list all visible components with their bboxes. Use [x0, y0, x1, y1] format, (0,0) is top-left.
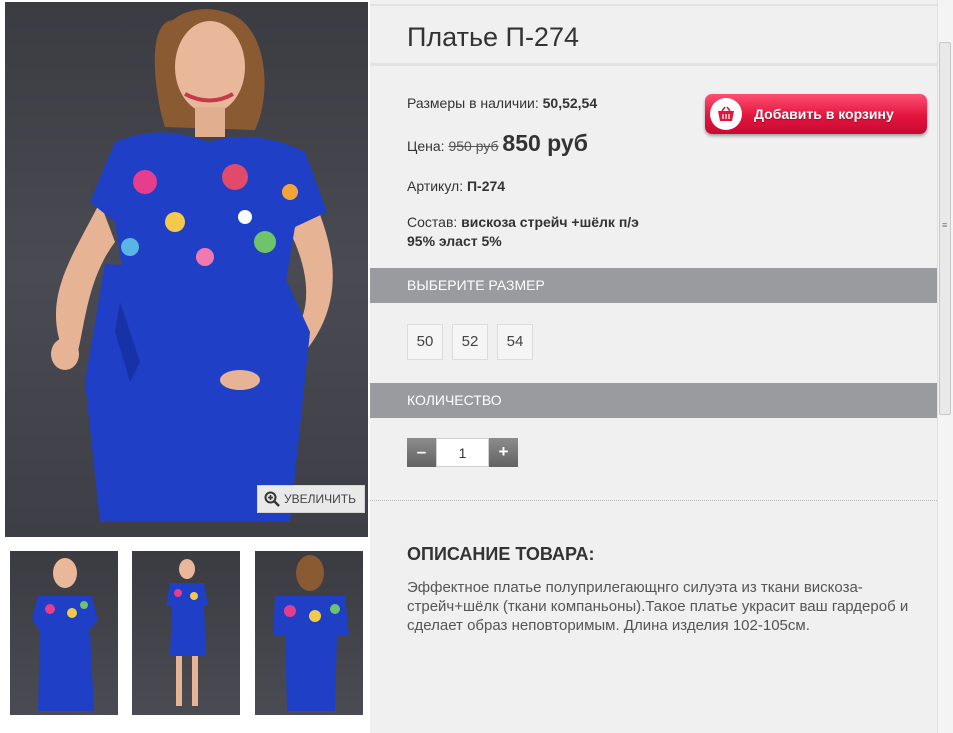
model-figure: [51, 9, 333, 522]
title-bar: Платье П-274: [370, 4, 937, 66]
thumbnail-image: [132, 551, 240, 715]
add-to-cart-label: Добавить в корзину: [754, 106, 894, 122]
decrease-quantity-button[interactable]: –: [407, 438, 436, 467]
article-row: Артикул: П-274: [407, 178, 505, 194]
thumbnail-image: [255, 551, 363, 715]
size-options: 50 52 54: [407, 324, 533, 360]
composition-row: Состав: вискоза стрейч +шёлк п/э 95% эла…: [407, 213, 639, 251]
sizes-value: 50,52,54: [542, 95, 598, 111]
thumbnail-strip: [5, 546, 368, 721]
scrollbar-grip-icon: ≡: [942, 220, 948, 230]
thumbnail-image: [10, 551, 118, 715]
new-price: 850 руб: [502, 130, 588, 156]
price-row: Цена: 950 руб 850 руб: [407, 130, 588, 157]
old-price: 950 руб: [448, 138, 499, 154]
main-product-photo[interactable]: УВЕЛИЧИТЬ: [5, 2, 368, 537]
composition-label: Состав:: [407, 214, 458, 230]
basket-icon: [710, 98, 742, 130]
scrollbar-thumb[interactable]: ≡: [939, 42, 951, 415]
description-text: Эффектное платье полуприлегающнго силуэт…: [407, 579, 909, 634]
thumbnail-2[interactable]: [127, 546, 245, 720]
description-title: ОПИСАНИЕ ТОВАРА:: [407, 544, 595, 564]
quantity-input[interactable]: [436, 438, 489, 467]
article-value: П-274: [466, 178, 506, 194]
increase-quantity-button[interactable]: +: [489, 438, 518, 467]
size-option-52[interactable]: 52: [452, 324, 488, 360]
size-option-50[interactable]: 50: [407, 324, 443, 360]
composition-line2: 95% эласт 5%: [407, 233, 502, 249]
product-info-panel: Платье П-274 Размеры в наличии: 50,52,54…: [370, 0, 937, 733]
zoom-in-icon: [264, 491, 280, 507]
zoom-label: УВЕЛИЧИТЬ: [284, 492, 356, 506]
thumbnail-1[interactable]: [5, 546, 123, 720]
quantity-section-header: КОЛИЧЕСТВО: [370, 383, 937, 418]
sizes-label: Размеры в наличии:: [407, 95, 539, 111]
size-option-54[interactable]: 54: [497, 324, 533, 360]
price-label: Цена:: [407, 138, 445, 154]
divider: [370, 500, 937, 501]
zoom-button[interactable]: УВЕЛИЧИТЬ: [257, 485, 365, 513]
add-to-cart-button[interactable]: Добавить в корзину: [705, 94, 927, 134]
composition-line1: вискоза стрейч +шёлк п/э: [461, 214, 639, 230]
article-label: Артикул:: [407, 178, 464, 194]
quantity-stepper: – +: [407, 438, 518, 467]
size-section-header: ВЫБЕРИТЕ РАЗМЕР: [370, 268, 937, 303]
product-title: Платье П-274: [407, 22, 579, 52]
sizes-available: Размеры в наличии: 50,52,54: [407, 95, 597, 111]
thumbnail-3[interactable]: [250, 546, 368, 720]
